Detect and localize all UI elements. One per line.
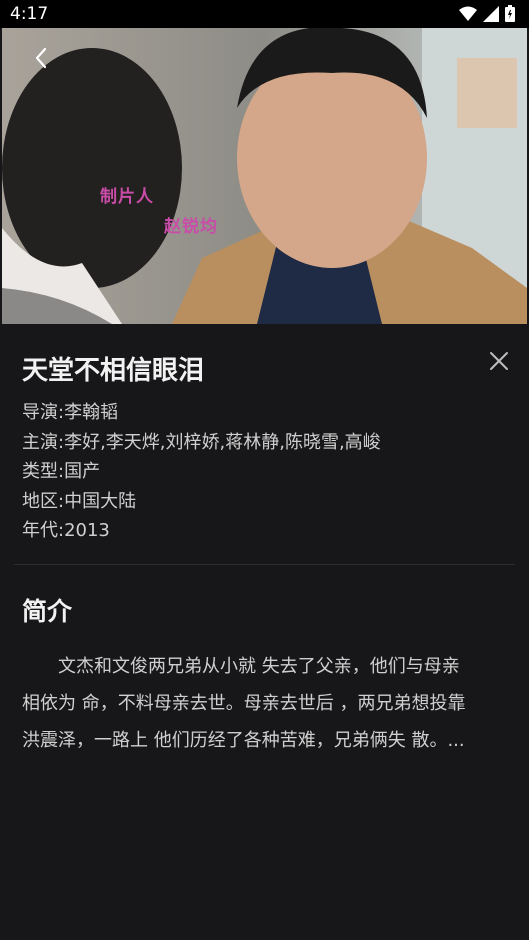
movie-info: 导演: 李翰韬 主演: 李好,李天烨,刘梓娇,蒋林静,陈晓雪,高峻 类型: 国产… [22, 398, 381, 546]
intro-line: 相依为 命，不料母亲去世。母亲去世后 ，两兄弟想投靠 [22, 693, 466, 714]
info-label: 导演: [22, 402, 65, 423]
info-year: 年代: 2013 [22, 516, 381, 546]
video-player[interactable]: 制片人 赵锐均 [2, 28, 527, 324]
info-value: 李翰韬 [64, 402, 119, 423]
info-value: 2013 [64, 520, 110, 541]
info-director: 导演: 李翰韬 [22, 398, 381, 428]
watermark-title: 制片人 [100, 187, 154, 207]
intro-text: 文杰和文俊两兄弟从小就 失去了父亲，他们与母亲 相依为 命，不料母亲去世。母亲去… [22, 648, 508, 759]
info-value: 中国大陆 [64, 490, 137, 512]
intro-line: 洪震泽，一路上 他们历经了各种苦难，兄弟俩失 散。... [22, 730, 465, 751]
video-frame [2, 28, 527, 324]
info-cast: 主演: 李好,李天烨,刘梓娇,蒋林静,陈晓雪,高峻 [22, 428, 381, 458]
close-icon [490, 352, 508, 370]
status-time: 4:17 [10, 4, 49, 24]
watermark-name: 赵锐均 [164, 217, 218, 237]
info-genre: 类型: 国产 [22, 457, 381, 487]
info-label: 主演: [22, 431, 65, 453]
signal-icon [483, 5, 499, 22]
info-region: 地区: 中国大陆 [22, 487, 381, 517]
info-label: 年代: [22, 520, 65, 541]
back-arrow-icon [35, 47, 47, 69]
status-bar: 4:17 [0, 0, 529, 28]
back-button[interactable] [28, 44, 56, 72]
battery-icon [505, 5, 515, 22]
info-label: 类型: [22, 461, 65, 482]
info-label: 地区: [22, 490, 65, 512]
wifi-icon [459, 6, 477, 21]
close-button[interactable] [486, 348, 512, 374]
movie-title: 天堂不相信眼泪 [22, 356, 205, 386]
intro-heading: 简介 [22, 597, 73, 626]
status-icons [459, 5, 515, 22]
intro-line: 文杰和文俊两兄弟从小就 失去了父亲，他们与母亲 [22, 656, 460, 677]
divider [14, 564, 515, 565]
info-value: 国产 [64, 461, 101, 482]
info-value: 李好,李天烨,刘梓娇,蒋林静,陈晓雪,高峻 [64, 431, 381, 453]
